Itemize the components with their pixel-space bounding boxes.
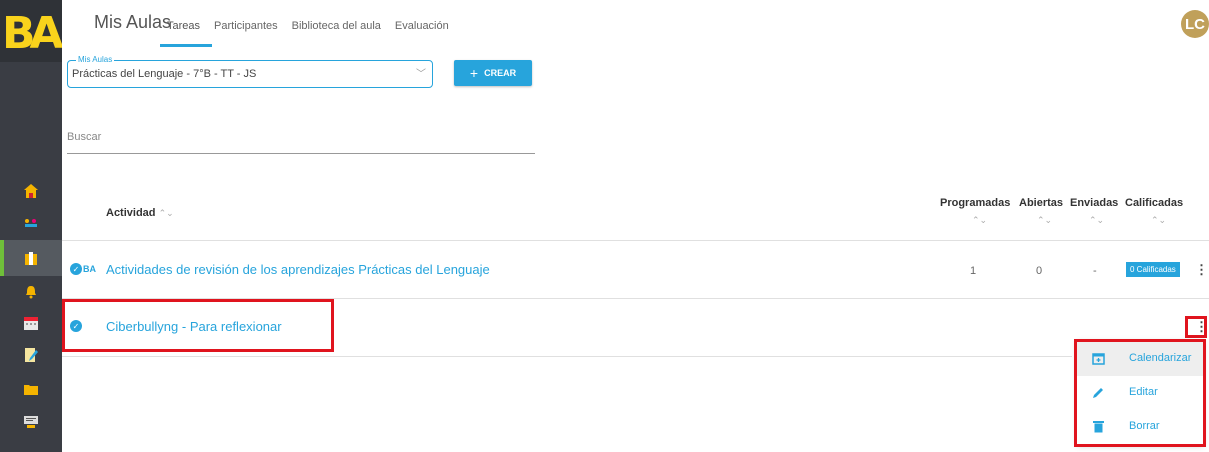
classroom-icon[interactable] (22, 249, 40, 267)
column-header-open[interactable]: Abiertas (1019, 197, 1063, 209)
highlight-box (1074, 339, 1206, 447)
activity-link[interactable]: Actividades de revisión de los aprendiza… (106, 262, 490, 277)
sort-icon: ⌃⌄ (158, 208, 174, 218)
sort-icon[interactable]: ⌃⌄ (972, 216, 987, 226)
avatar[interactable]: LC (1181, 10, 1209, 38)
school-icon[interactable] (22, 182, 40, 200)
create-button-label: CREAR (484, 68, 517, 78)
column-header-activity[interactable]: Actividad ⌃⌄ (106, 207, 174, 219)
tab-participantes[interactable]: Participantes (207, 18, 285, 34)
tab-bar: Tareas Participantes Biblioteca del aula… (160, 18, 456, 34)
scheduled-count: 1 (970, 265, 977, 277)
sort-icon[interactable]: ⌃⌄ (1037, 216, 1052, 226)
ba-tag: BA (83, 264, 96, 274)
sort-icon[interactable]: ⌃⌄ (1151, 216, 1166, 226)
sidebar: BA (0, 0, 62, 452)
column-header-sent[interactable]: Enviadas (1070, 197, 1118, 209)
tab-tareas[interactable]: Tareas (160, 18, 207, 34)
highlight-box (62, 299, 334, 352)
sort-icon[interactable]: ⌃⌄ (1089, 216, 1104, 226)
highlight-box (1185, 316, 1207, 338)
classroom-select-value: Prácticas del Lenguaje - 7°B - TT - JS (72, 68, 257, 80)
check-circle-icon: ✓ (70, 263, 82, 275)
more-options-icon[interactable]: ⋮ (1195, 262, 1208, 278)
column-header-activity-label: Actividad (106, 207, 156, 219)
column-header-graded[interactable]: Calificadas (1125, 197, 1183, 209)
search-underline (67, 153, 535, 154)
logo-text: BA (2, 8, 62, 59)
table-divider (62, 240, 1209, 241)
plus-icon: + (469, 65, 479, 81)
classroom-select-legend: Mis Aulas (76, 55, 115, 64)
tab-evaluacion[interactable]: Evaluación (388, 18, 456, 34)
classroom-select[interactable]: Mis Aulas Prácticas del Lenguaje - 7°B -… (67, 55, 433, 88)
column-header-scheduled[interactable]: Programadas (940, 197, 1010, 209)
table-divider (62, 356, 1072, 357)
search-input[interactable]: Buscar (67, 131, 101, 143)
calendar-icon[interactable] (22, 314, 40, 332)
open-count: 0 (1036, 265, 1043, 277)
sent-count: - (1093, 265, 1097, 277)
create-button[interactable]: + CREAR (454, 60, 532, 86)
graded-badge[interactable]: 0 Calificadas (1126, 262, 1180, 277)
folder-icon[interactable] (22, 380, 40, 398)
chevron-down-icon: ﹀ (416, 69, 426, 80)
notes-icon[interactable] (22, 346, 40, 364)
bell-icon[interactable] (22, 283, 40, 301)
active-tab-indicator (160, 44, 212, 47)
teacher-board-icon[interactable] (22, 413, 40, 431)
tab-biblioteca[interactable]: Biblioteca del aula (285, 18, 388, 34)
ba-logo[interactable]: BA (0, 0, 62, 62)
students-icon[interactable] (22, 214, 40, 232)
